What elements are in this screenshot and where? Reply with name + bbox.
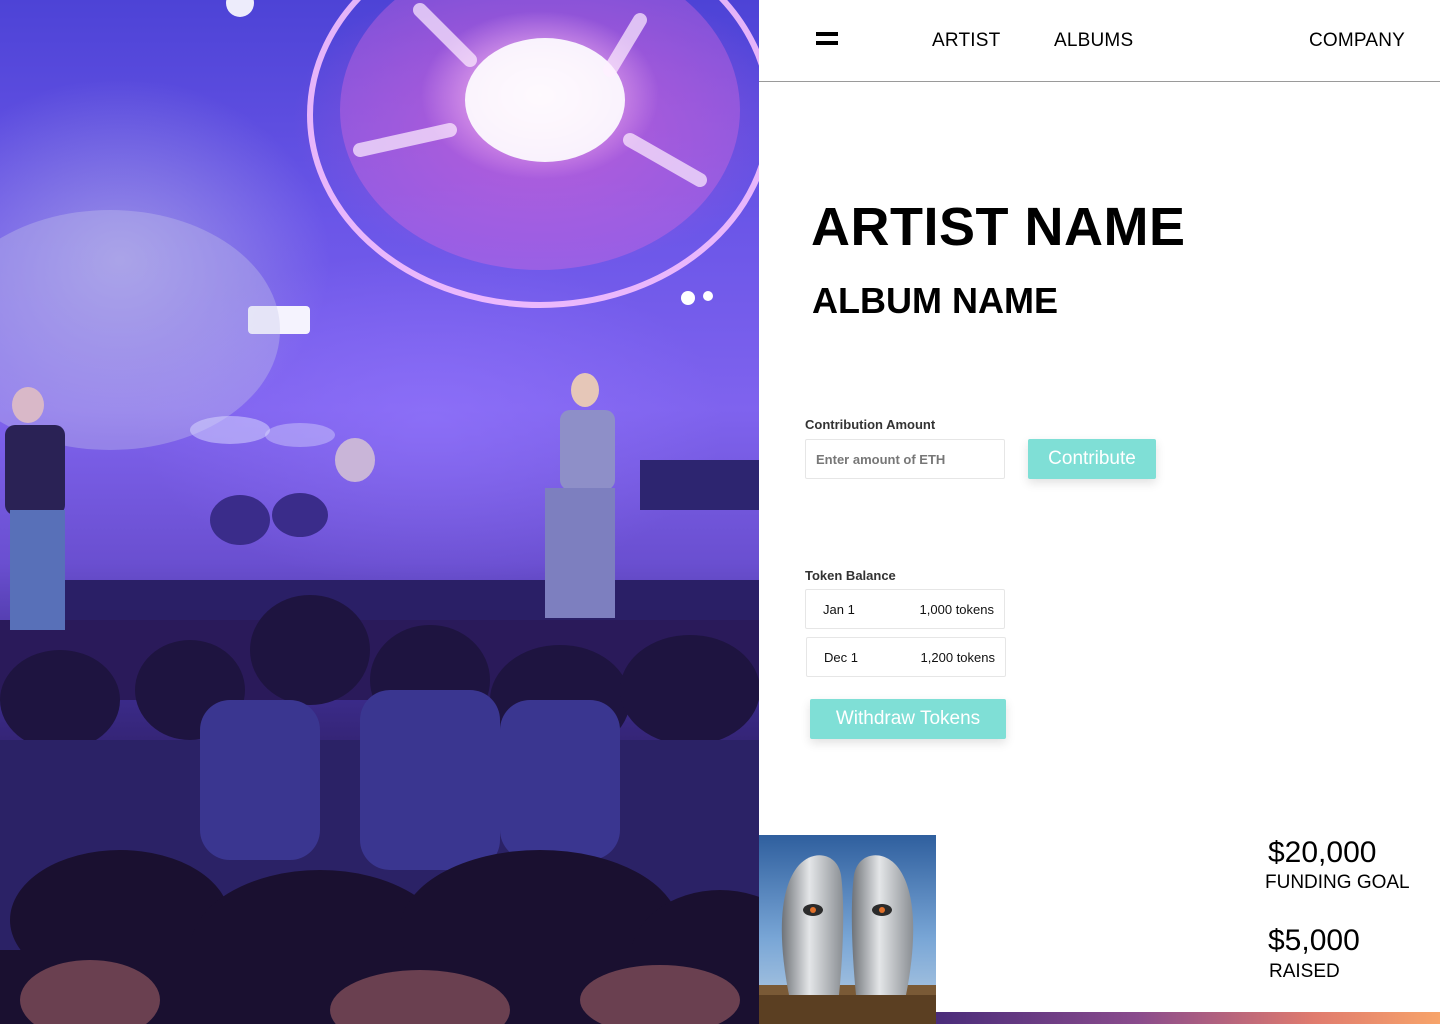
contribution-amount-label: Contribution Amount (805, 417, 936, 432)
funding-goal-label: FUNDING GOAL (1265, 872, 1410, 893)
nav-link-artist[interactable]: ARTIST (932, 30, 1000, 52)
artist-name-heading: ARTIST NAME (811, 197, 1186, 257)
nav-link-albums[interactable]: ALBUMS (1054, 30, 1133, 52)
eth-amount-input[interactable] (805, 439, 1005, 479)
album-name-heading: ALBUM NAME (812, 280, 1058, 321)
concert-illustration (0, 0, 759, 1024)
withdraw-tokens-button[interactable]: Withdraw Tokens (810, 699, 1006, 739)
raised-value: $5,000 (1268, 924, 1360, 957)
token-row-date: Dec 1 (824, 650, 858, 665)
token-balance-row: Jan 1 1,000 tokens (805, 589, 1005, 629)
token-row-amount: 1,000 tokens (919, 602, 994, 617)
token-balance-row: Dec 1 1,200 tokens (806, 637, 1006, 677)
contribute-button[interactable]: Contribute (1028, 439, 1156, 479)
token-row-amount: 1,200 tokens (920, 650, 995, 665)
raised-label: RAISED (1269, 961, 1340, 982)
hamburger-menu-icon[interactable] (816, 30, 838, 48)
gradient-accent-bar (936, 1012, 1440, 1024)
top-navigation-bar: ARTIST ALBUMS COMPANY (759, 0, 1440, 82)
album-cover-illustration (759, 835, 936, 1024)
funding-goal-value: $20,000 (1268, 836, 1377, 869)
concert-hero-image (0, 0, 759, 1024)
nav-link-company[interactable]: COMPANY (1309, 30, 1405, 52)
album-cover-image (759, 835, 936, 1024)
token-balance-label: Token Balance (805, 568, 896, 583)
token-row-date: Jan 1 (823, 602, 855, 617)
